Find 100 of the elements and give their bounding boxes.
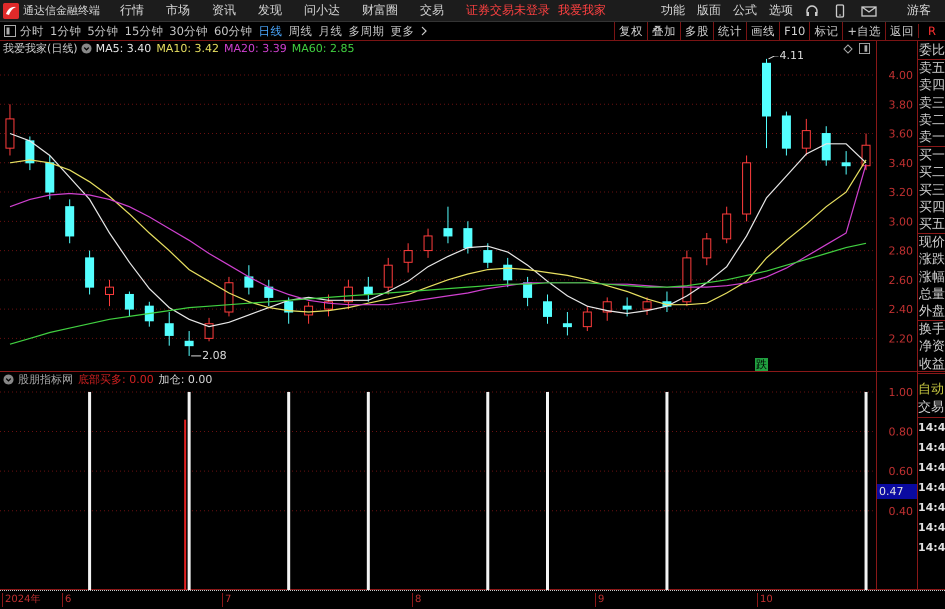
candlestick — [862, 133, 871, 171]
dropdown-icon[interactable] — [80, 43, 92, 54]
chevron-right-icon[interactable] — [420, 26, 427, 36]
period-tab[interactable]: 1分钟 — [50, 24, 82, 38]
trade-time: 14:4 — [918, 500, 945, 516]
trade-time: 14:4 — [918, 520, 945, 536]
menu-item[interactable]: 资讯 — [212, 2, 236, 19]
date-axis-label: 2024年 — [2, 593, 40, 607]
quote-field-label: 总量 — [918, 286, 945, 304]
menu-item[interactable]: 财富圈 — [362, 2, 398, 19]
menu-item[interactable]: 行情 — [120, 2, 144, 19]
period-tab[interactable]: 5分钟 — [87, 24, 119, 38]
candlestick — [264, 279, 274, 307]
candlestick — [105, 279, 114, 307]
panel-toggle-icon[interactable] — [4, 25, 16, 37]
trade-panel-title: 自动 — [918, 381, 945, 399]
candlestick — [543, 294, 552, 324]
quote-field-label: 卖二 — [918, 112, 945, 130]
quote-field-label: 委比 — [918, 42, 945, 60]
quote-field-label: 买三 — [918, 182, 945, 199]
trade-time: 14:4 — [918, 460, 945, 476]
diamond-icon[interactable] — [843, 44, 853, 54]
quote-field-label: 卖一 — [918, 129, 945, 146]
period-tab[interactable]: 60分钟 — [214, 24, 253, 38]
quote-field-label: 外盘 — [918, 303, 945, 320]
candlestick — [622, 296, 632, 317]
price-axis-label: 3.00 — [888, 215, 913, 228]
date-axis-label: 7 — [222, 593, 232, 607]
menu-item[interactable]: 问小达 — [304, 2, 340, 19]
menu-item[interactable]: 发现 — [258, 2, 282, 19]
period-tab[interactable]: 更多 — [390, 24, 415, 38]
mail-icon[interactable] — [861, 4, 877, 18]
period-tab[interactable]: 分时 — [20, 24, 44, 38]
indicator-name[interactable]: 股朋指标网 — [18, 372, 73, 387]
app-title: 通达信金融终端 — [23, 3, 100, 18]
quote-field-label: 现价 — [918, 234, 945, 252]
menu-item[interactable]: 公式 — [733, 2, 757, 19]
menu-item[interactable]: 功能 — [661, 2, 685, 19]
candlestick — [463, 220, 472, 254]
candlestick — [144, 301, 154, 328]
ma-value-label: MA60: 2.85 — [292, 42, 354, 55]
menu-item[interactable]: 版面 — [697, 2, 721, 19]
period-tab[interactable]: 多周期 — [348, 24, 385, 38]
ma-value-label: MA20: 3.39 — [224, 42, 287, 55]
menu-item[interactable]: 交易 — [420, 2, 444, 19]
chart-title: 我爱我家(日线) — [3, 41, 78, 56]
quote-field-label: 涨跌 — [918, 251, 945, 269]
panel-toggle-icon[interactable] — [859, 43, 870, 54]
price-axis-label: 3.80 — [888, 98, 913, 112]
trade-time: 14:4 — [918, 420, 945, 436]
price-axis-label: 3.40 — [888, 156, 913, 170]
price-axis-label: 3.20 — [888, 186, 913, 200]
candlestick — [124, 291, 134, 317]
quote-field-label: 净资 — [918, 338, 945, 356]
menu-item[interactable]: 市场 — [166, 2, 190, 19]
trade-time: 14:4 — [918, 540, 945, 556]
candlestick — [204, 317, 214, 342]
period-tab[interactable]: 月线 — [318, 24, 343, 38]
candlestick — [562, 312, 572, 336]
price-axis-label: 2.80 — [888, 244, 913, 258]
candlestick — [802, 118, 811, 156]
candlestick — [404, 242, 413, 274]
menu-item[interactable]: 选项 — [769, 2, 793, 19]
candlestick — [642, 296, 652, 316]
headset-icon[interactable] — [805, 4, 819, 18]
candlestick — [164, 312, 174, 346]
candlestick — [842, 150, 851, 175]
user-name[interactable]: 游客 — [907, 2, 931, 19]
period-tab[interactable]: 15分钟 — [124, 24, 164, 38]
indicator-value-label: 底部买多: 0.00 — [78, 372, 154, 387]
crosshair-value-label: 0.47 — [877, 484, 917, 499]
leader-line — [190, 355, 202, 356]
quote-field-label: 买四 — [918, 198, 945, 216]
period-tab[interactable]: 30分钟 — [169, 24, 208, 38]
login-status[interactable]: 证券交易未登录 — [466, 2, 550, 19]
candlestick — [443, 206, 452, 244]
date-axis-label: 8 — [412, 593, 422, 607]
indicator-axis-label: 0.40 — [888, 504, 913, 518]
quote-field-label: 卖五 — [918, 60, 945, 78]
candlestick — [582, 306, 592, 332]
candlestick — [503, 257, 512, 288]
dropdown-icon[interactable] — [3, 374, 14, 385]
period-tab[interactable]: 日线 — [258, 24, 283, 38]
candlestick — [702, 232, 712, 266]
indicator-axis-label: 0.80 — [888, 426, 913, 439]
indicator-axis-label: 0.60 — [888, 465, 913, 478]
phone-icon[interactable] — [833, 4, 847, 18]
candlestick — [483, 242, 492, 269]
quote-field-label: 涨幅 — [918, 268, 945, 286]
indicator-value-label: 加仓: 0.00 — [158, 372, 212, 387]
high-price-label: 4.11 — [780, 48, 804, 62]
user-link[interactable]: 我爱我家 — [558, 2, 606, 19]
trade-time: 14:4 — [918, 440, 945, 456]
period-tab[interactable]: 周线 — [288, 24, 313, 38]
ma-value-label: MA10: 3.42 — [156, 42, 220, 55]
date-axis-label: 9 — [595, 593, 604, 607]
date-axis-label: 6 — [62, 593, 72, 607]
price-axis-label: 2.20 — [888, 332, 913, 346]
app-logo-icon — [3, 2, 19, 18]
price-axis-label: 3.60 — [888, 128, 913, 141]
